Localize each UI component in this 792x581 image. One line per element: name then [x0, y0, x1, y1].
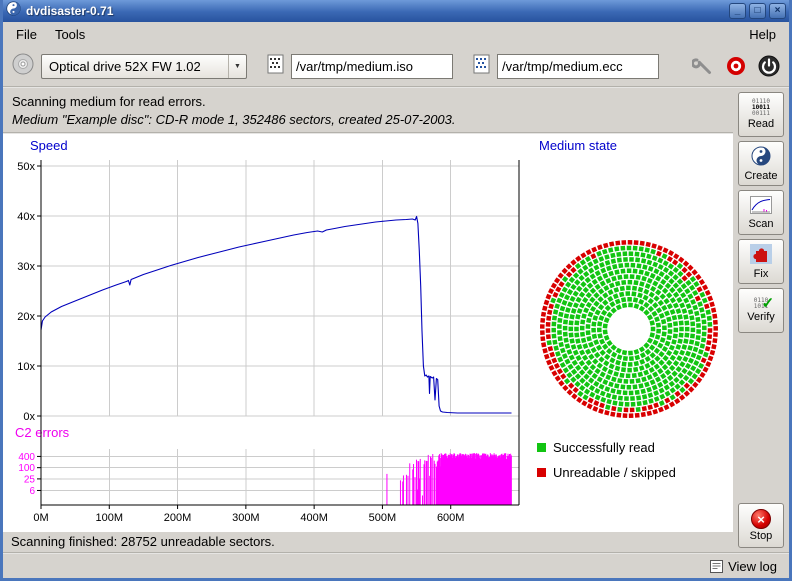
svg-text:200M: 200M	[164, 512, 192, 524]
scan-button-label: Scan	[748, 218, 773, 230]
ecc-path-input[interactable]	[497, 54, 659, 79]
menu-tools[interactable]: Tools	[46, 24, 94, 45]
status-line-1: Scanning medium for read errors.	[12, 94, 724, 109]
log-icon	[710, 560, 723, 573]
verify-button-label: Verify	[747, 311, 775, 323]
legend-item: Successfully read	[537, 440, 655, 455]
titlebar: dvdisaster-0.71 _ □ ×	[3, 0, 789, 22]
wrench-icon	[692, 55, 714, 77]
svg-text:500M: 500M	[369, 512, 397, 524]
iso-file-icon	[267, 54, 285, 79]
lifebelt-icon	[725, 55, 747, 77]
menu-help[interactable]: Help	[740, 24, 785, 45]
stop-button-label: Stop	[750, 530, 773, 542]
create-button[interactable]: Create	[738, 141, 784, 186]
drive-icon	[11, 52, 35, 81]
check-icon: ✓	[762, 294, 775, 312]
create-button-label: Create	[744, 170, 777, 182]
drive-selector[interactable]: Optical drive 52X FW 1.02 ▼	[41, 54, 247, 79]
menubar: File Tools Help	[3, 22, 789, 46]
puzzle-piece-icon	[750, 244, 772, 267]
svg-text:40x: 40x	[17, 211, 35, 223]
legend-label: Successfully read	[553, 440, 655, 455]
scan-chart-icon	[750, 196, 772, 217]
view-log-button[interactable]: View log	[704, 557, 783, 576]
maximize-button[interactable]: □	[749, 3, 766, 19]
scan-button[interactable]: Scan	[738, 190, 784, 235]
chevron-down-icon: ▼	[228, 55, 246, 78]
read-button[interactable]: 01110 10011 00111 Read	[738, 92, 784, 137]
legend-label: Unreadable / skipped	[553, 465, 676, 480]
preferences-button[interactable]	[691, 54, 715, 78]
status-line-2: Medium "Example disc": CD-R mode 1, 3524…	[12, 112, 724, 127]
view-log-label: View log	[728, 559, 777, 574]
plot-svg: 0x 10x 20x 30x 40x 50x 400100256 0M 100M 200M 300M…	[3, 134, 533, 532]
svg-text:6: 6	[29, 486, 35, 497]
yin-yang-icon	[751, 146, 771, 169]
sidebar: 01110 10011 00111 Read Create	[733, 88, 789, 552]
chart-canvas: Speed Medium state C2 errors 0x10x20x30x…	[3, 134, 733, 532]
fix-button-label: Fix	[754, 268, 769, 280]
svg-text:300M: 300M	[232, 512, 260, 524]
close-button[interactable]: ×	[769, 3, 786, 19]
svg-text:400M: 400M	[300, 512, 328, 524]
app-icon	[6, 1, 21, 21]
svg-text:25: 25	[24, 474, 36, 485]
iso-path-input[interactable]	[291, 54, 453, 79]
svg-text:20x: 20x	[17, 311, 35, 323]
quit-button[interactable]	[757, 54, 781, 78]
svg-text:100: 100	[18, 463, 35, 474]
svg-text:400: 400	[18, 452, 35, 463]
verify-check-icon: 0110 1011 ✓	[754, 298, 768, 310]
stop-x-icon: ×	[751, 509, 771, 529]
legend-color-swatch-green	[537, 443, 546, 452]
menu-file[interactable]: File	[7, 24, 46, 45]
main-area: Scanning medium for read errors. Medium …	[3, 88, 789, 552]
drive-selector-value: Optical drive 52X FW 1.02	[49, 59, 228, 74]
ecc-file-icon	[473, 54, 491, 79]
read-button-label: Read	[748, 118, 774, 130]
svg-text:50x: 50x	[17, 161, 35, 173]
binary-read-icon: 01110 10011 00111	[752, 99, 770, 117]
toolbar: Optical drive 52X FW 1.02 ▼	[3, 46, 789, 86]
scan-result-text: Scanning finished: 28752 unreadable sect…	[3, 532, 733, 552]
svg-text:100M: 100M	[96, 512, 124, 524]
svg-text:0M: 0M	[33, 512, 48, 524]
legend-item: Unreadable / skipped	[537, 465, 676, 480]
stop-button[interactable]: × Stop	[738, 503, 784, 548]
help-button[interactable]	[724, 54, 748, 78]
fix-button[interactable]: Fix	[738, 239, 784, 284]
status-info: Scanning medium for read errors. Medium …	[3, 88, 733, 132]
medium-state-title: Medium state	[539, 138, 617, 153]
legend-color-swatch-red	[537, 468, 546, 477]
svg-text:30x: 30x	[17, 261, 35, 273]
power-icon	[758, 55, 780, 77]
svg-text:600M: 600M	[437, 512, 465, 524]
svg-text:10x: 10x	[17, 361, 35, 373]
disc-svg	[531, 231, 727, 427]
verify-button[interactable]: 0110 1011 ✓ Verify	[738, 288, 784, 333]
bottombar: View log	[3, 554, 789, 578]
svg-text:0x: 0x	[23, 411, 35, 423]
window-title: dvdisaster-0.71	[26, 4, 113, 18]
dvdisaster-window: dvdisaster-0.71 _ □ × File Tools Help Op…	[0, 0, 792, 581]
minimize-button[interactable]: _	[729, 3, 746, 19]
